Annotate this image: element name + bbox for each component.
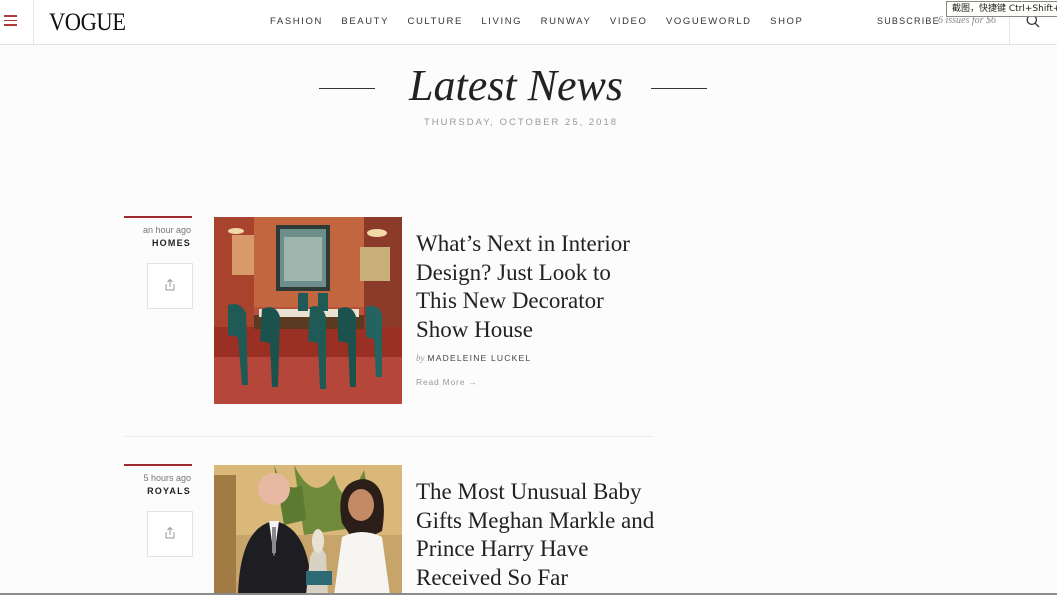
vogue-logo[interactable]: VOGUE	[49, 9, 126, 37]
article-card: an hour ago HOMES What’s Next in Interio…	[124, 216, 654, 416]
title-rule-left	[319, 88, 375, 89]
nav-item-video[interactable]: VIDEO	[610, 16, 648, 27]
main-nav: FASHION BEAUTY CULTURE LIVING RUNWAY VID…	[270, 16, 822, 27]
page-date: THURSDAY, OCTOBER 25, 2018	[423, 117, 619, 128]
nav-item-vogueworld[interactable]: VOGUEWORLD	[666, 16, 752, 27]
hamburger-menu-icon[interactable]	[4, 15, 17, 26]
article-image[interactable]	[214, 465, 402, 595]
article-byline: by MADELEINE LUCKEL	[416, 353, 531, 363]
subscribe-link[interactable]: SUBSCRIBE	[877, 16, 940, 26]
nav-item-culture[interactable]: CULTURE	[408, 16, 463, 27]
share-button[interactable]	[147, 263, 193, 309]
byline-prefix: by	[416, 353, 425, 363]
page-title: Latest News	[409, 61, 623, 110]
article-author[interactable]: MADELEINE LUCKEL	[428, 353, 532, 363]
article-category[interactable]: ROYALS	[124, 486, 191, 496]
article-time: 5 hours ago	[143, 473, 191, 483]
share-icon	[165, 526, 175, 539]
screenshot-tooltip: 截图，快捷键 Ctrl+Shift+	[946, 1, 1057, 17]
article-time: an hour ago	[142, 225, 191, 235]
share-button[interactable]	[147, 511, 193, 557]
nav-item-shop[interactable]: SHOP	[770, 16, 803, 27]
category-rule	[124, 464, 192, 466]
nav-item-fashion[interactable]: FASHION	[270, 16, 323, 27]
title-rule-right	[651, 88, 707, 89]
article-divider	[124, 436, 654, 437]
read-more-link[interactable]: Read More →	[416, 377, 478, 387]
share-icon	[165, 278, 175, 291]
article-image[interactable]	[214, 217, 402, 404]
royals-photo	[214, 465, 402, 595]
category-rule	[124, 216, 192, 218]
article-headline[interactable]: What’s Next in Interior Design? Just Loo…	[416, 230, 656, 344]
interior-dining-room-photo	[214, 217, 402, 404]
top-navigation-bar: VOGUE FASHION BEAUTY CULTURE LIVING RUNW…	[0, 0, 1057, 45]
article-category[interactable]: HOMES	[124, 238, 191, 248]
nav-item-beauty[interactable]: BEAUTY	[341, 16, 389, 27]
nav-item-living[interactable]: LIVING	[481, 16, 522, 27]
nav-item-runway[interactable]: RUNWAY	[541, 16, 592, 27]
header-divider	[33, 0, 34, 44]
article-card: 5 hours ago ROYALS The Most Unusual Baby…	[124, 464, 654, 595]
article-headline[interactable]: The Most Unusual Baby Gifts Meghan Markl…	[416, 478, 656, 592]
